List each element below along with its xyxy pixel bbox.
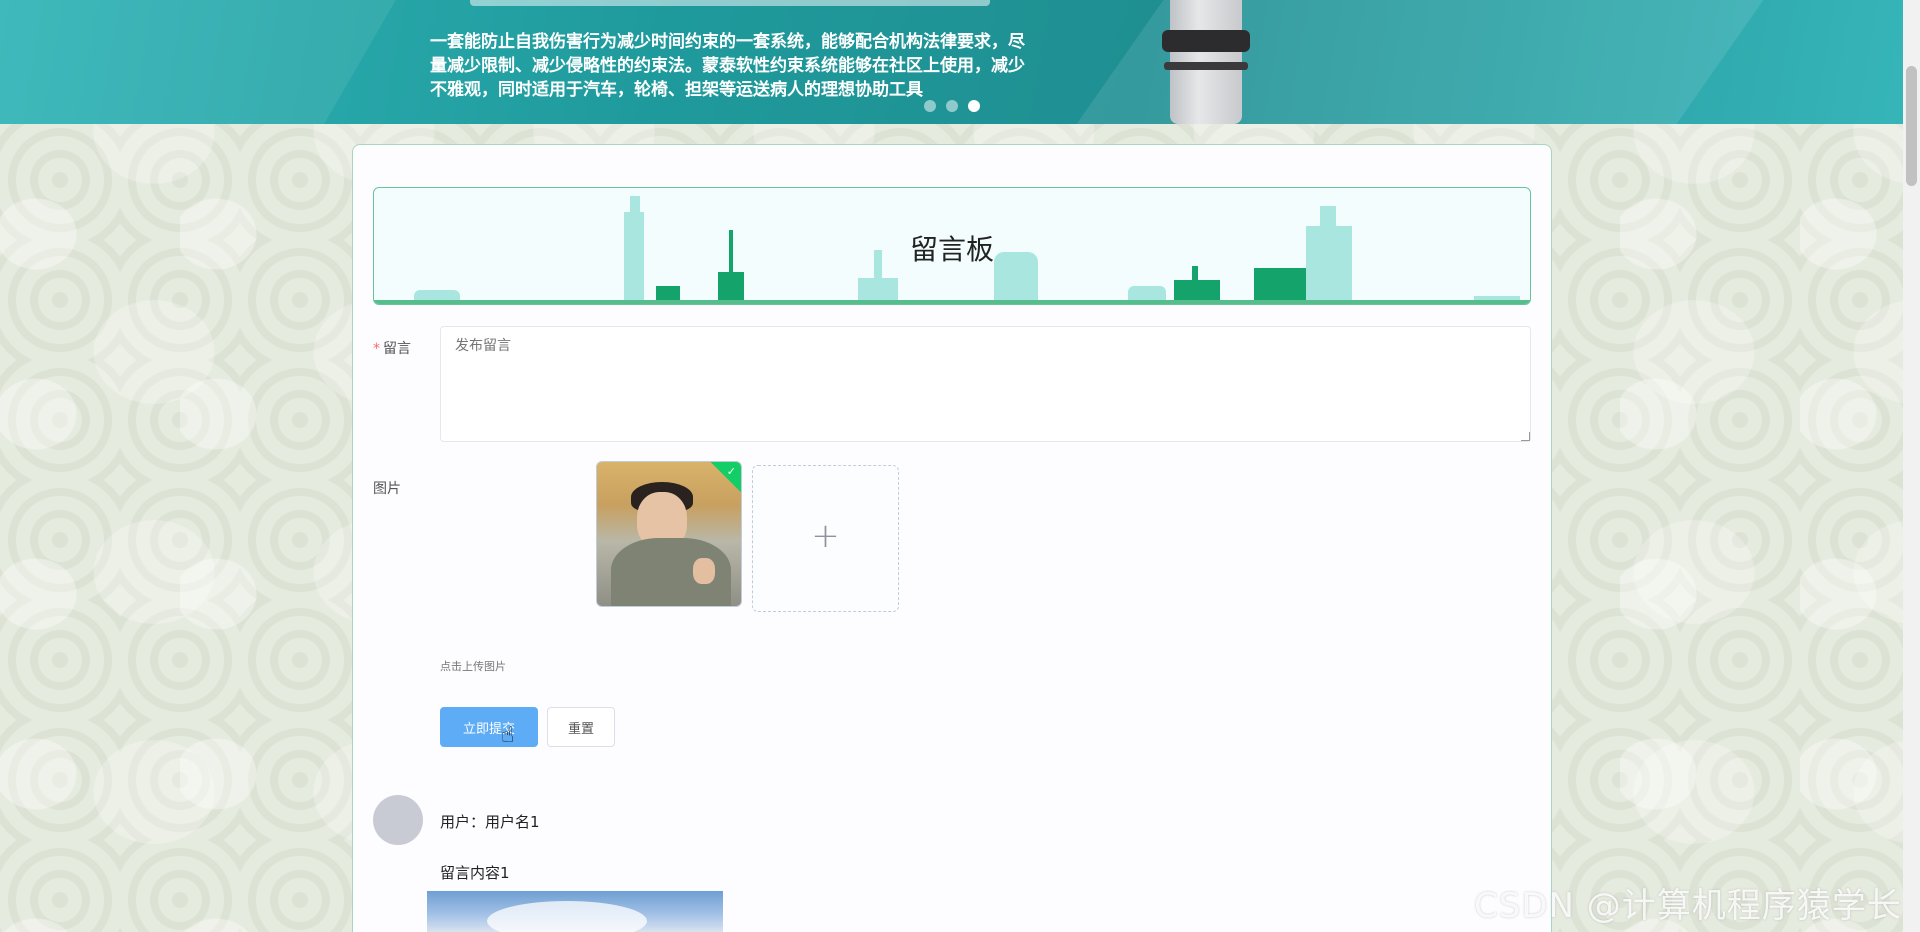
uploaded-image-thumbnail[interactable]: ✓ <box>596 461 742 607</box>
hero-banner: 一套能防止自我伤害行为减少时间约束的一套系统，能够配合机构法律要求，尽量减少限制… <box>0 0 1903 124</box>
banner-description: 一套能防止自我伤害行为减少时间约束的一套系统，能够配合机构法律要求，尽量减少限制… <box>430 32 1025 100</box>
message-image[interactable] <box>427 891 723 932</box>
message-content: 留言内容1 <box>440 864 510 882</box>
page-scrollbar[interactable] <box>1903 0 1920 932</box>
upload-hint: 点击上传图片 <box>440 660 506 673</box>
textarea-resize-handle[interactable] <box>1521 432 1530 441</box>
hand-cursor-icon: ☝ <box>501 723 515 748</box>
submit-button[interactable]: 立即提交 <box>440 707 538 747</box>
scrollbar-thumb[interactable] <box>1906 66 1917 186</box>
board-header: 留言板 <box>373 187 1531 305</box>
avatar <box>373 795 423 845</box>
check-icon: ✓ <box>726 465 736 478</box>
banner-product-image <box>1150 0 1260 124</box>
plus-icon: + <box>811 516 840 556</box>
message-username: 用户：用户名1 <box>440 813 540 831</box>
carousel-dot-2[interactable] <box>946 100 958 112</box>
carousel-indicators <box>924 100 980 112</box>
image-upload-button[interactable]: + <box>752 465 899 612</box>
message-label-text: 留言 <box>383 341 411 357</box>
watermark: CSDN @计算机程序猿学长 <box>1474 886 1902 926</box>
carousel-dot-1[interactable] <box>924 100 936 112</box>
reset-button[interactable]: 重置 <box>547 707 615 747</box>
board-title: 留言板 <box>909 233 994 266</box>
banner-decoration <box>0 0 396 124</box>
message-label: * 留言 <box>373 338 411 358</box>
required-mark: * <box>373 341 380 357</box>
image-label: 图片 <box>373 481 401 497</box>
upload-success-badge <box>709 462 741 494</box>
message-textarea[interactable] <box>440 326 1531 442</box>
banner-title-fragment <box>470 0 990 6</box>
message-board-card: 留言板 *留言 图片 ✓ + 点击上传图片 立即提交 重置 ☝ 用户：用户名1 … <box>352 144 1552 932</box>
carousel-dot-3[interactable] <box>968 100 980 112</box>
